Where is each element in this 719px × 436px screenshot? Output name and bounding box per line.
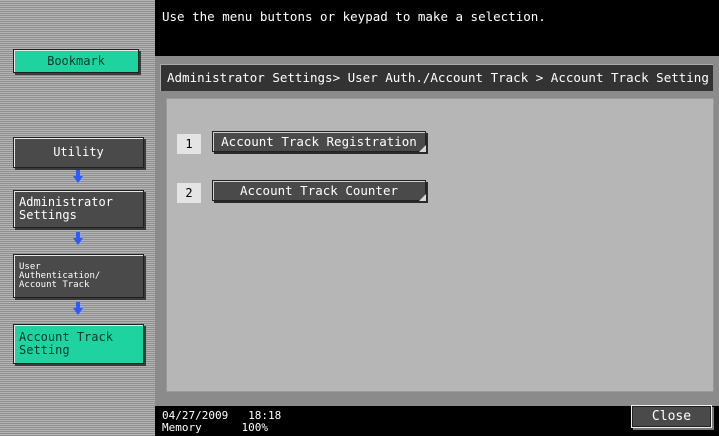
sidebar: Bookmark Utility Administrator Settings …	[0, 0, 155, 436]
arrow-down-icon	[73, 232, 83, 245]
memory-label: Memory	[162, 421, 202, 434]
item-number: 1	[177, 134, 201, 154]
memory-value: 100%	[241, 421, 269, 434]
arrow-down-icon	[73, 170, 83, 183]
item-number: 2	[177, 183, 201, 203]
status-info: 04/27/2009 18:18 Memory 100%	[162, 410, 281, 434]
button-corner-mark	[419, 145, 426, 152]
sidebar-step-label: User Authentication/ Account Track	[19, 261, 101, 290]
menu-button-label: Account Track Counter	[239, 183, 399, 198]
arrow-down-icon	[73, 302, 83, 315]
sidebar-step-label: Utility	[53, 145, 104, 159]
sidebar-step-user-authentication[interactable]: User Authentication/ Account Track	[13, 254, 144, 298]
close-button[interactable]: Close	[631, 405, 712, 428]
sidebar-step-label: Administrator Settings	[19, 195, 113, 222]
sidebar-step-account-track-setting[interactable]: Account Track Setting	[13, 324, 144, 364]
account-track-registration-button[interactable]: Account Track Registration	[212, 131, 426, 152]
breadcrumb: Administrator Settings> User Auth./Accou…	[160, 64, 713, 91]
instruction-message: Use the menu buttons or keypad to make a…	[162, 9, 546, 24]
bookmark-label: Bookmark	[47, 53, 105, 68]
sidebar-step-administrator-settings[interactable]: Administrator Settings	[13, 190, 144, 228]
menu-button-label: Account Track Registration	[221, 134, 417, 149]
account-track-counter-button[interactable]: Account Track Counter	[212, 180, 426, 201]
close-button-label: Close	[651, 409, 692, 424]
memory-row: Memory 100%	[162, 422, 281, 434]
bookmark-button[interactable]: Bookmark	[13, 49, 139, 73]
button-corner-mark	[419, 194, 426, 201]
sidebar-step-utility[interactable]: Utility	[13, 137, 144, 168]
sidebar-step-label: Account Track Setting	[19, 330, 113, 357]
